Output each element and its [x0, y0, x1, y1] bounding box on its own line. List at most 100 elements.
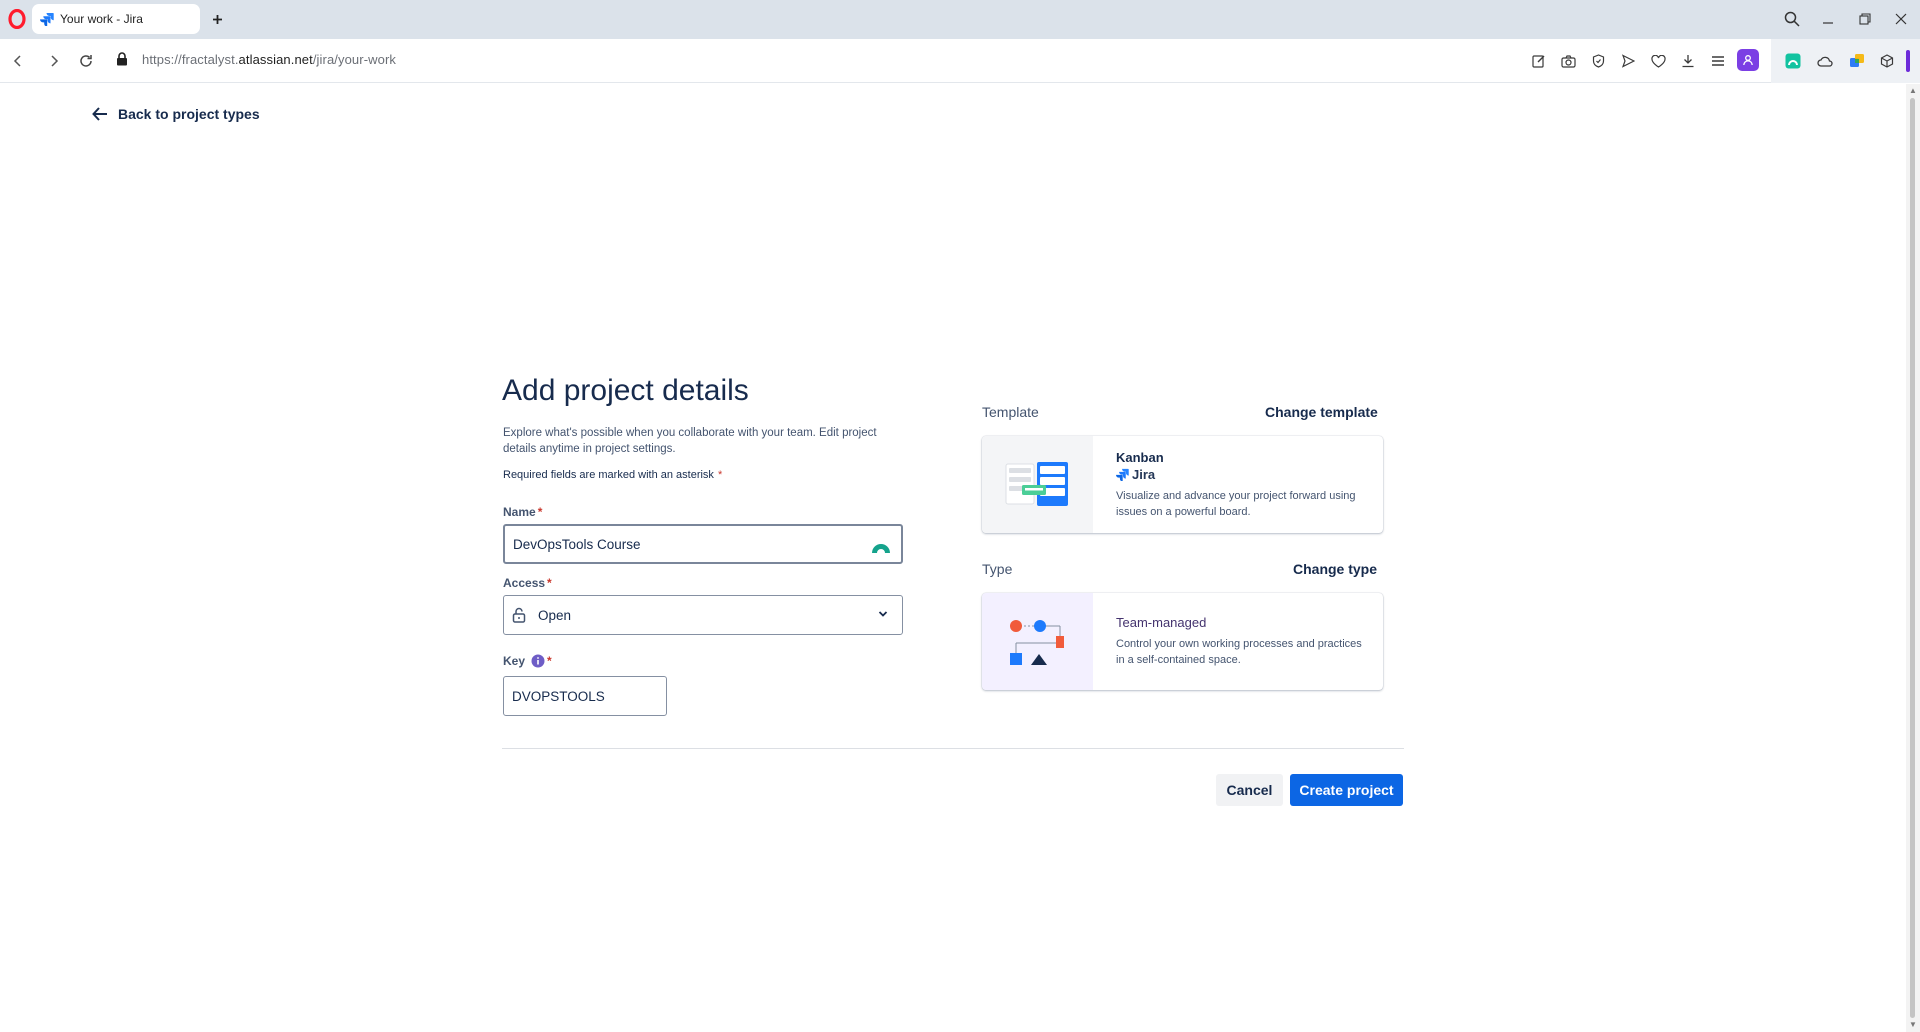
- access-select[interactable]: Open: [503, 595, 903, 635]
- page-scrollbar[interactable]: ▲ ▼: [1906, 84, 1920, 1032]
- access-label: Access *: [503, 576, 552, 590]
- extension-button-multicolor[interactable]: [1846, 50, 1868, 72]
- opera-logo-icon[interactable]: [7, 9, 27, 29]
- tab-your-work[interactable]: Your work - Jira: [32, 4, 200, 34]
- url-host: atlassian.net: [238, 52, 313, 67]
- address-bar: https://fractalyst.atlassian.net/jira/yo…: [0, 39, 1920, 83]
- required-note: Required fields are marked with an aster…: [503, 469, 722, 481]
- type-card-title: Team-managed: [1116, 615, 1207, 630]
- edit-page-button[interactable]: [1528, 50, 1550, 72]
- required-note-text: Required fields are marked with an aster…: [503, 469, 714, 481]
- change-type-link[interactable]: Change type: [1293, 561, 1377, 577]
- key-label: Key *: [503, 654, 552, 668]
- download-icon: [1682, 55, 1694, 68]
- name-asterisk: *: [537, 505, 543, 519]
- template-section-label: Template: [982, 404, 1039, 420]
- extension-icon: [1850, 54, 1864, 67]
- forward-button[interactable]: [42, 49, 66, 73]
- url-field[interactable]: https://fractalyst.atlassian.net/jira/yo…: [142, 52, 396, 67]
- access-label-text: Access: [503, 576, 546, 590]
- template-card-product: Jira: [1116, 467, 1371, 482]
- close-window-button[interactable]: [1886, 6, 1916, 32]
- downloads-button[interactable]: [1677, 50, 1699, 72]
- reload-button[interactable]: [74, 49, 98, 73]
- project-key-value: DVOPSTOOLS: [512, 688, 605, 704]
- lock-icon[interactable]: [116, 52, 128, 66]
- menu-icon: [1712, 56, 1724, 66]
- back-link-label: Back to project types: [118, 106, 260, 122]
- aria-icon: [1785, 53, 1801, 69]
- bookmark-button[interactable]: [1647, 50, 1669, 72]
- template-card-title: Kanban: [1116, 450, 1164, 465]
- access-asterisk: *: [547, 576, 552, 590]
- adblock-button[interactable]: [1587, 50, 1609, 72]
- cube-icon: [1880, 54, 1894, 68]
- user-icon: [1743, 55, 1753, 66]
- chevron-right-icon: [51, 55, 59, 67]
- key-label-text: Key: [503, 654, 526, 668]
- heart-icon: [1650, 54, 1666, 68]
- browser-tab-bar: Your work - Jira: [0, 0, 1920, 39]
- tab-title: Your work - Jira: [60, 12, 143, 26]
- scroll-thumb[interactable]: [1910, 98, 1915, 1018]
- kanban-board-illustration-icon: [1005, 462, 1068, 506]
- template-card-description: Visualize and advance your project forwa…: [1116, 490, 1356, 518]
- search-tabs-button[interactable]: [1777, 6, 1807, 32]
- type-card-team-managed[interactable]: Team-managed Control your own working pr…: [982, 593, 1383, 690]
- send-button[interactable]: [1617, 50, 1639, 72]
- kanban-thumbnail: [982, 436, 1093, 533]
- plus-icon: [212, 14, 222, 24]
- grammar-assistant-icon[interactable]: [871, 536, 891, 554]
- back-button[interactable]: [6, 49, 30, 73]
- cancel-button[interactable]: Cancel: [1216, 774, 1283, 806]
- project-key-input[interactable]: DVOPSTOOLS: [503, 676, 667, 716]
- info-icon[interactable]: [531, 654, 545, 668]
- new-tab-button[interactable]: [206, 8, 228, 30]
- access-value: Open: [538, 607, 572, 623]
- sidebar-indicator: [1906, 50, 1910, 72]
- template-card-kanban[interactable]: Kanban Jira Visualize and advance your p…: [982, 436, 1383, 533]
- edit-icon: [1532, 55, 1545, 68]
- extension-button-aria[interactable]: [1782, 50, 1804, 72]
- minimize-button[interactable]: [1813, 6, 1843, 32]
- template-card-body: Kanban Jira Visualize and advance your p…: [1116, 450, 1371, 520]
- unlock-icon: [512, 607, 526, 623]
- shield-icon: [1592, 54, 1604, 68]
- change-template-link[interactable]: Change template: [1265, 404, 1378, 420]
- form-divider: [502, 748, 1404, 749]
- extension-button-cube[interactable]: [1876, 50, 1898, 72]
- camera-icon: [1560, 54, 1576, 68]
- restore-button[interactable]: [1850, 6, 1880, 32]
- name-label: Name *: [503, 505, 542, 519]
- arrow-left-icon: [92, 107, 107, 121]
- create-project-button[interactable]: Create project: [1290, 774, 1403, 806]
- reload-icon: [80, 55, 92, 67]
- product-name: Jira: [1132, 467, 1156, 482]
- key-asterisk: *: [547, 654, 552, 668]
- back-to-project-types-link[interactable]: Back to project types: [92, 106, 260, 122]
- jira-logo-icon: [1116, 468, 1129, 481]
- easy-setup-button[interactable]: [1707, 50, 1729, 72]
- jira-favicon-icon: [40, 13, 54, 26]
- name-label-text: Name: [503, 505, 536, 519]
- scroll-up-arrow-icon[interactable]: ▲: [1908, 86, 1918, 96]
- intro-text: Explore what's possible when you collabo…: [503, 427, 877, 455]
- chevron-left-icon: [13, 55, 21, 67]
- project-name-value: DevOpsTools Course: [513, 536, 641, 552]
- team-managed-illustration-icon: [1010, 620, 1064, 665]
- scroll-down-arrow-icon[interactable]: ▼: [1908, 1020, 1918, 1030]
- close-icon: [1895, 13, 1907, 25]
- send-icon: [1621, 54, 1635, 68]
- type-section-label: Type: [982, 561, 1013, 577]
- minimize-icon: [1823, 22, 1833, 24]
- restore-icon: [1859, 13, 1871, 25]
- project-name-input[interactable]: DevOpsTools Course: [503, 524, 903, 564]
- url-prefix: https://fractalyst.: [142, 52, 239, 67]
- extension-button-cloud[interactable]: [1814, 50, 1836, 72]
- search-icon: [1784, 11, 1800, 27]
- type-card-description: Control your own working processes and p…: [1116, 638, 1362, 666]
- profile-button[interactable]: [1737, 49, 1759, 71]
- cloud-icon: [1817, 56, 1833, 67]
- snapshot-button[interactable]: [1557, 50, 1579, 72]
- page-title: Add project details: [502, 374, 749, 407]
